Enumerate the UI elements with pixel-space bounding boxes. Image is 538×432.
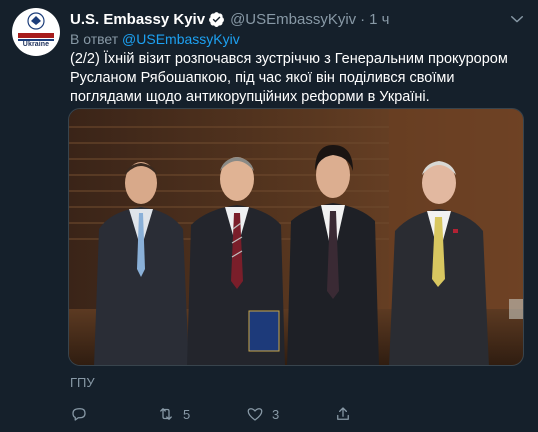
retweet-icon	[160, 408, 172, 420]
reply-button[interactable]	[70, 403, 88, 425]
separator-dot: ·	[360, 10, 366, 28]
tweet-photo[interactable]	[68, 108, 524, 366]
reply-icon	[72, 408, 86, 421]
tweet-header: U.S. Embassy Kyiv @USEmbassyKyiv · 1 ч	[70, 9, 390, 29]
embassy-seal-icon	[27, 12, 45, 30]
timestamp[interactable]: 1 ч	[369, 11, 389, 28]
share-icon	[337, 407, 349, 420]
display-name[interactable]: U.S. Embassy Kyiv	[70, 11, 205, 28]
reply-prefix: В ответ	[70, 31, 119, 47]
tweet-text: (2/2) Їхній візит розпочався зустріччю з…	[70, 51, 508, 105]
verified-badge-icon	[209, 11, 225, 27]
heart-icon	[247, 408, 263, 421]
reply-target-link[interactable]: @USEmbassyKyiv	[122, 31, 240, 47]
avatar-red-band	[18, 33, 54, 38]
handle[interactable]: @USEmbassyKyiv	[230, 11, 356, 28]
like-count: 3	[272, 406, 280, 422]
tweet-actions: 5 3	[70, 403, 370, 425]
reply-context: В ответ @USEmbassyKyiv	[70, 31, 240, 47]
photo-caption: ГПУ	[70, 375, 95, 390]
retweet-count: 5	[183, 406, 191, 422]
photo-image	[69, 109, 523, 365]
share-button[interactable]	[334, 403, 352, 425]
like-button[interactable]: 3	[246, 403, 279, 425]
avatar[interactable]: Ukraine	[12, 8, 60, 56]
avatar-country-label: Ukraine	[22, 41, 50, 48]
tweet[interactable]: Ukraine U.S. Embassy Kyiv @USEmbassyKyiv…	[0, 0, 538, 432]
chevron-down-icon[interactable]	[508, 10, 526, 28]
retweet-button[interactable]: 5	[157, 403, 190, 425]
